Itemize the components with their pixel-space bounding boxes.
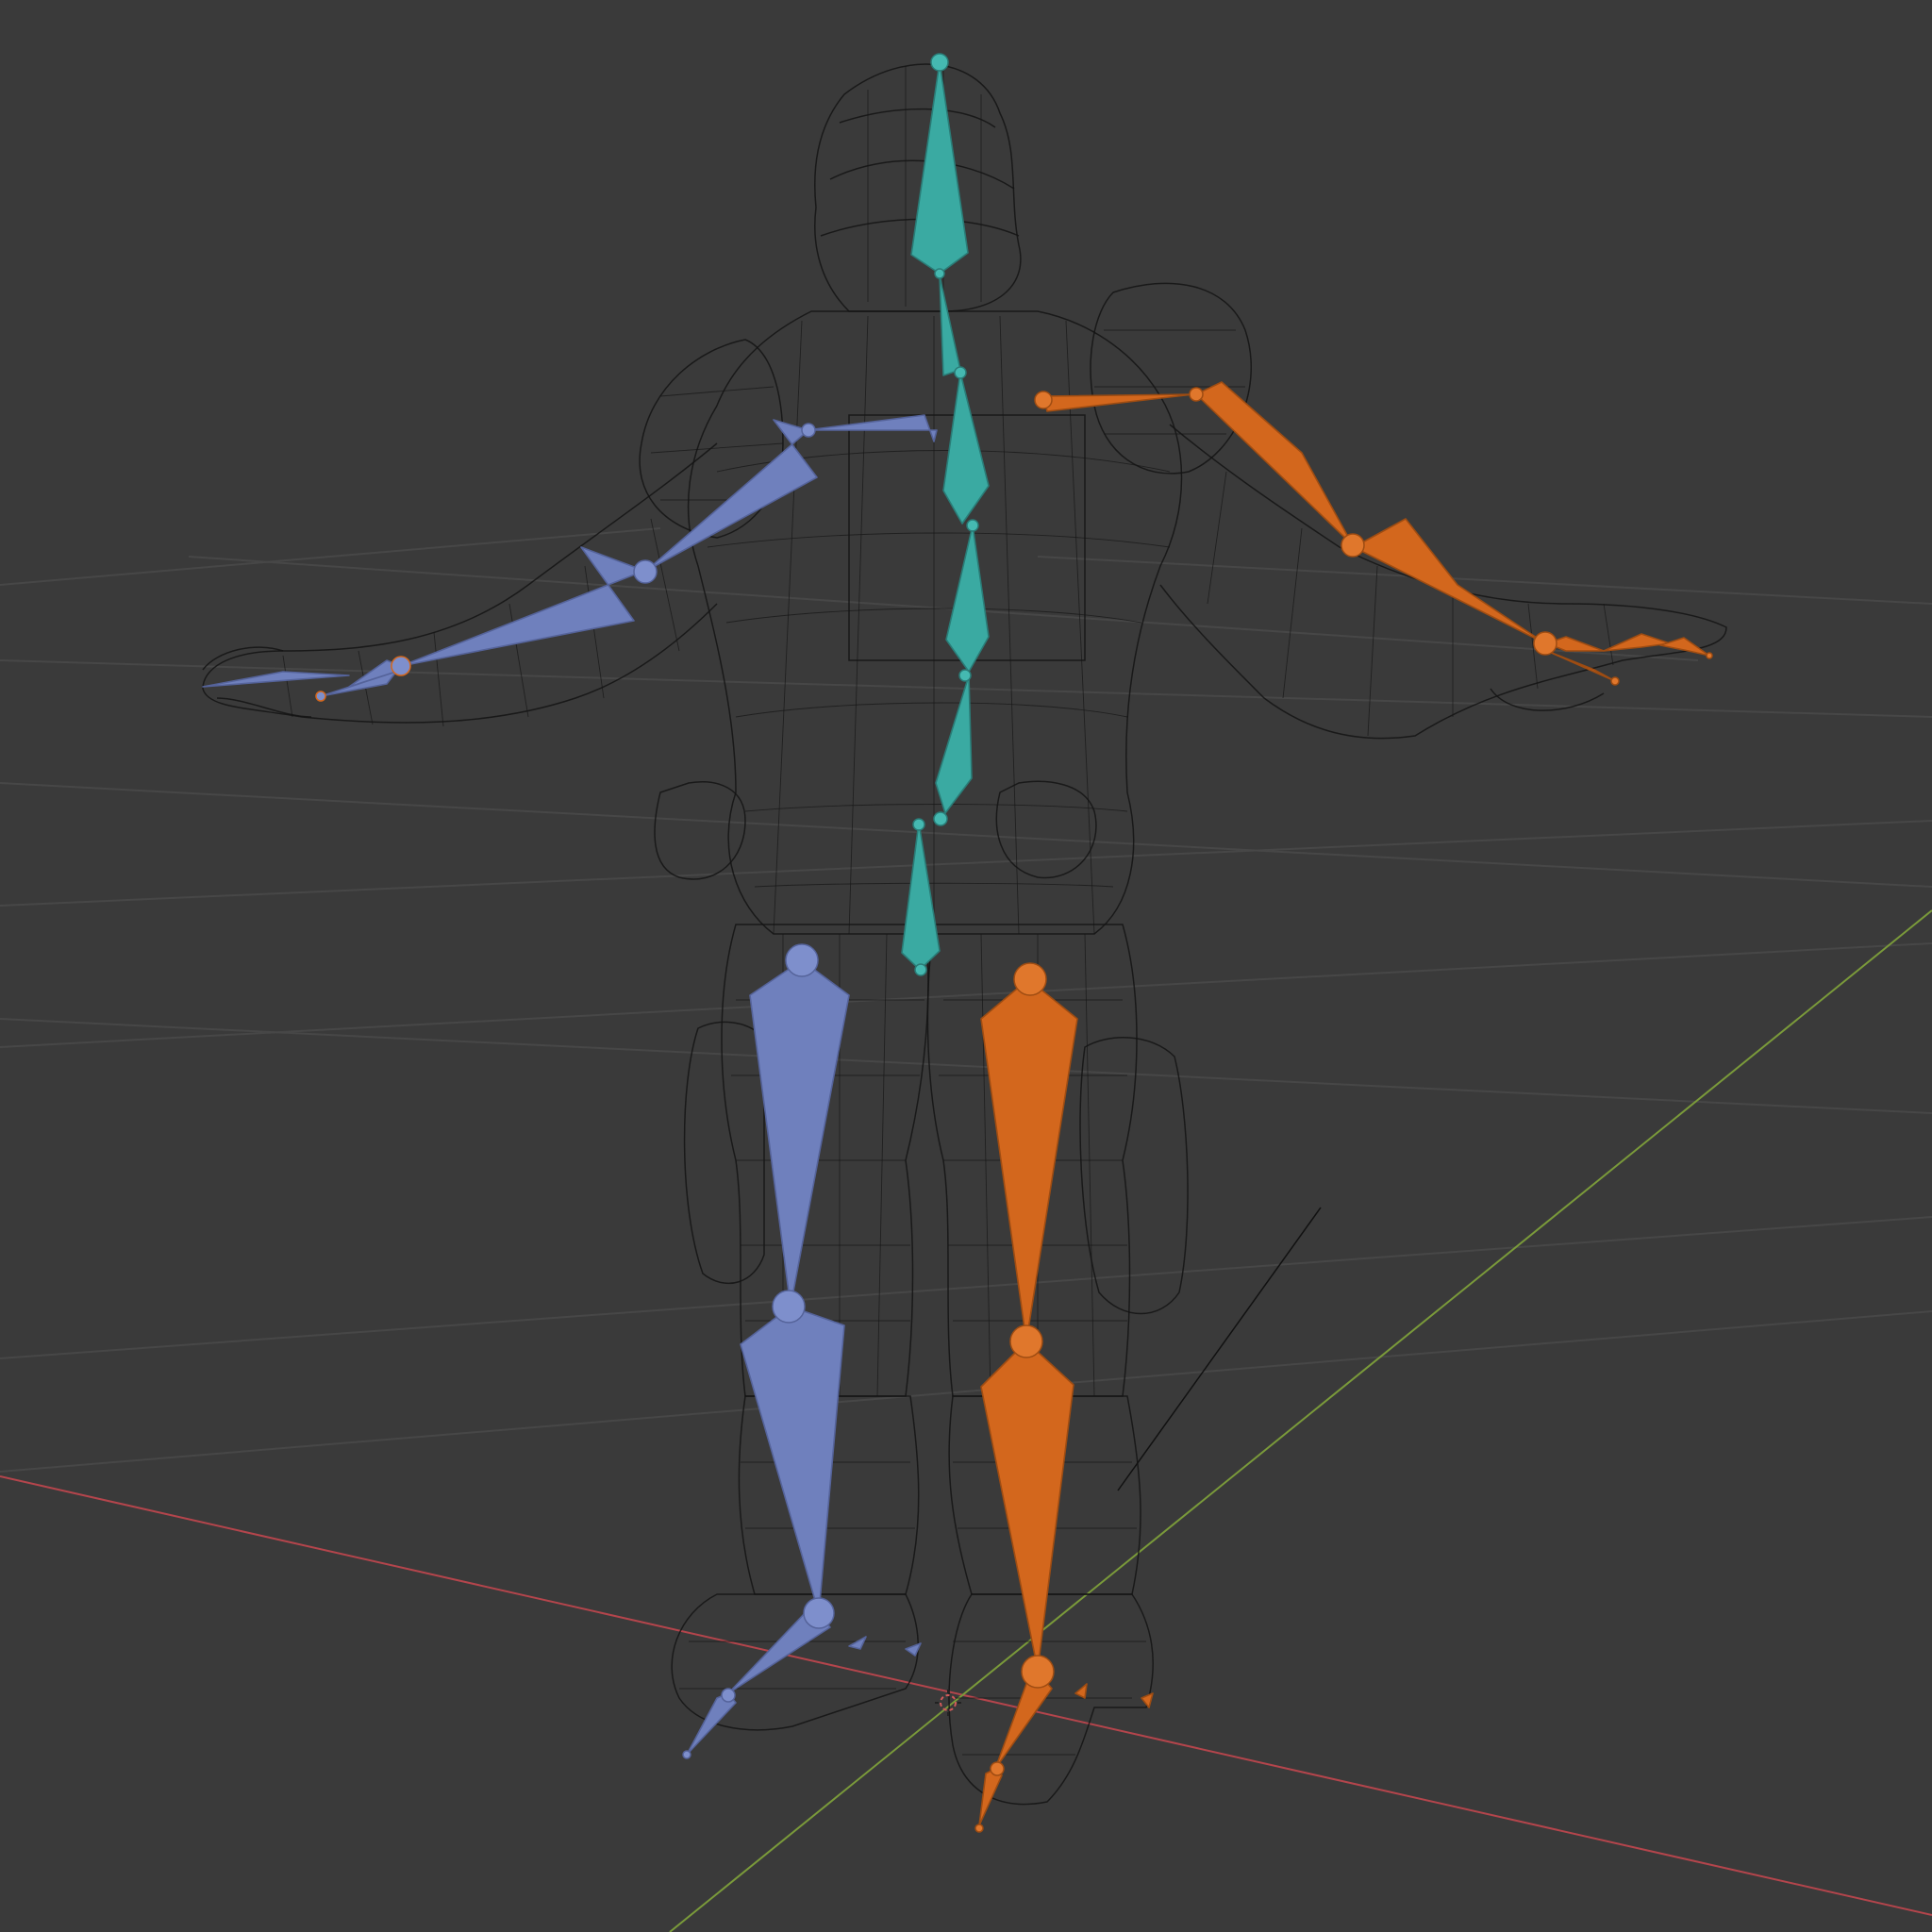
joint-knee-left[interactable]: [772, 1290, 806, 1324]
joint-elbow-left[interactable]: [633, 559, 658, 584]
joint-hip-left[interactable]: [785, 943, 819, 977]
joint-chest[interactable]: [954, 366, 967, 379]
joint-toe-left[interactable]: [682, 1750, 691, 1759]
joint-elbow-right[interactable]: [1341, 533, 1365, 558]
joint-hip-right[interactable]: [1013, 962, 1047, 996]
joint-finger-left[interactable]: [315, 691, 326, 702]
joint-wrist-right[interactable]: [1533, 631, 1557, 656]
joint-toe-right[interactable]: [974, 1824, 984, 1833]
joint-wrist-left[interactable]: [391, 656, 411, 676]
joint-thumb-right[interactable]: [1610, 676, 1620, 686]
joint-ball-right[interactable]: [990, 1761, 1005, 1776]
joint-spine-upper[interactable]: [966, 519, 979, 532]
joint-hips-tail[interactable]: [914, 963, 927, 976]
joint-upper-arm-right[interactable]: [1189, 387, 1204, 402]
joint-shoulder-left[interactable]: [801, 423, 816, 438]
viewport-background: [0, 0, 1932, 1932]
joint-ankle-left[interactable]: [803, 1597, 835, 1629]
joint-finger-right[interactable]: [1706, 652, 1713, 659]
3d-viewport[interactable]: [0, 0, 1932, 1932]
joint-hips-top[interactable]: [912, 818, 925, 831]
joint-spine-mid[interactable]: [958, 669, 972, 682]
joint-knee-right[interactable]: [1009, 1324, 1043, 1358]
joint-neck[interactable]: [934, 268, 945, 279]
joint-shoulder-right[interactable]: [1034, 391, 1053, 409]
joint-ankle-right[interactable]: [1021, 1655, 1055, 1689]
joint-ball-left[interactable]: [721, 1688, 736, 1703]
joint-head-tip[interactable]: [930, 53, 949, 72]
joint-spine-lower[interactable]: [933, 811, 948, 826]
